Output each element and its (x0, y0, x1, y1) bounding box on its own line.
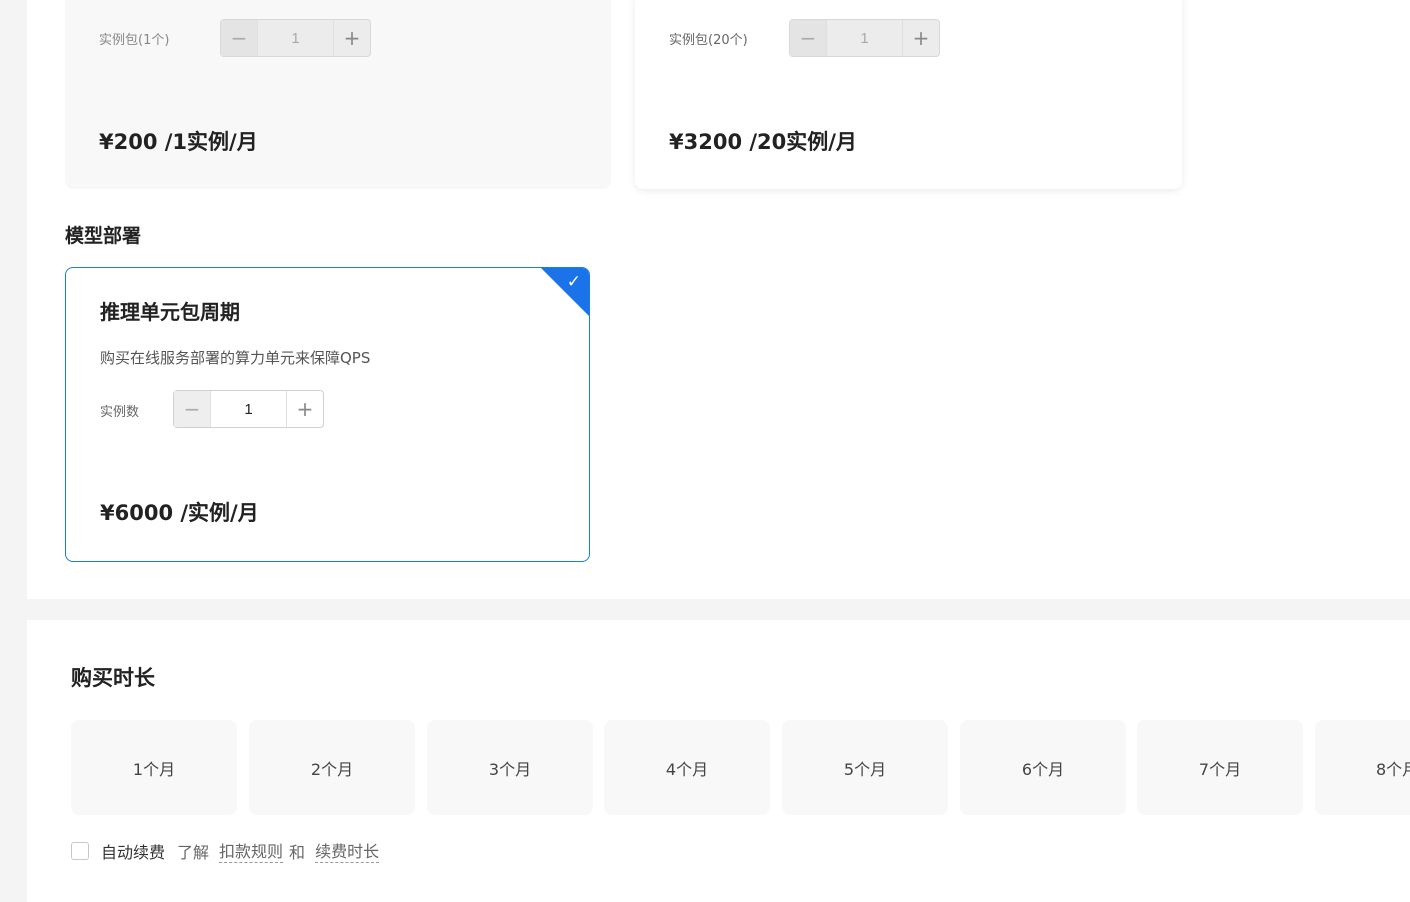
deploy-section-title: 模型部署 (65, 225, 142, 247)
deduction-rules-link[interactable]: 扣款规则 (219, 838, 284, 863)
instance-count-label: 实例数 (100, 405, 140, 420)
renewal-duration-link[interactable]: 续费时长 (315, 838, 380, 863)
stepper-value[interactable]: 1 (258, 30, 333, 47)
plus-icon[interactable]: + (902, 20, 939, 56)
package-price: ¥200 /1实例/月 (99, 130, 258, 154)
duration-option-2[interactable]: 2个月 (249, 720, 415, 815)
plus-icon[interactable]: + (286, 391, 323, 427)
duration-option-8[interactable]: 8个月 (1315, 720, 1410, 815)
auto-renew-label[interactable]: 自动续费 (101, 839, 165, 863)
package-card-1[interactable]: 实例包(1个) − 1 + ¥200 /1实例/月 (65, 0, 611, 189)
plus-icon[interactable]: + (333, 20, 370, 56)
package-quantity-stepper[interactable]: − 1 + (789, 19, 940, 57)
duration-title: 购买时长 (71, 666, 155, 690)
check-icon: ✓ (566, 272, 581, 292)
package-quantity-stepper[interactable]: − 1 + (220, 19, 371, 57)
duration-option-1[interactable]: 1个月 (71, 720, 237, 815)
instance-count-stepper[interactable]: − 1 + (173, 390, 324, 428)
duration-option-4[interactable]: 4个月 (604, 720, 770, 815)
duration-option-7[interactable]: 7个月 (1137, 720, 1303, 815)
stepper-value[interactable]: 1 (211, 401, 286, 418)
auto-renew-checkbox[interactable] (71, 841, 89, 860)
minus-icon[interactable]: − (174, 391, 211, 427)
inference-unit-card[interactable]: ✓ 推理单元包周期 购买在线服务部署的算力单元来保障QPS 实例数 − 1 + … (65, 267, 590, 562)
package-price: ¥3200 /20实例/月 (669, 130, 857, 154)
stepper-value[interactable]: 1 (827, 30, 902, 47)
card-description: 购买在线服务部署的算力单元来保障QPS (100, 349, 371, 367)
learn-text: 了解 (177, 842, 210, 862)
card-price: ¥6000 /实例/月 (100, 501, 259, 525)
duration-option-5[interactable]: 5个月 (782, 720, 948, 815)
card-title: 推理单元包周期 (100, 300, 240, 324)
minus-icon[interactable]: − (221, 20, 258, 56)
auto-renew-row: 自动续费 了解 扣款规则 和 续费时长 (71, 838, 380, 863)
selected-corner (541, 268, 589, 316)
package-card-20[interactable]: 实例包(20个) − 1 + ¥3200 /20实例/月 (635, 0, 1182, 189)
package-label: 实例包(20个) (669, 33, 748, 48)
duration-option-3[interactable]: 3个月 (427, 720, 593, 815)
package-label: 实例包(1个) (99, 33, 170, 48)
duration-option-6[interactable]: 6个月 (960, 720, 1126, 815)
minus-icon[interactable]: − (790, 20, 827, 56)
and-text: 和 (289, 842, 306, 862)
